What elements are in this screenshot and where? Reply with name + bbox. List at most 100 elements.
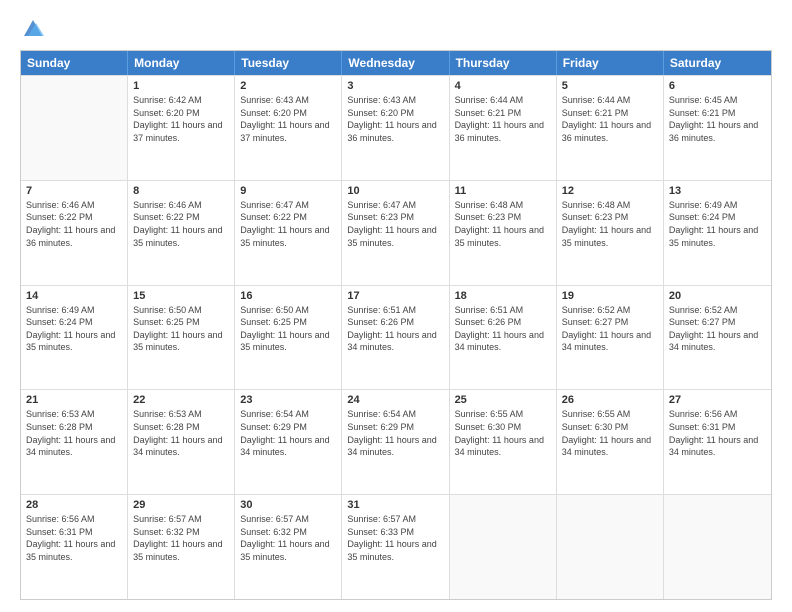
- calendar-week-4: 21 Sunrise: 6:53 AM Sunset: 6:28 PM Dayli…: [21, 389, 771, 494]
- calendar-cell: 9 Sunrise: 6:47 AM Sunset: 6:22 PM Daylig…: [235, 181, 342, 285]
- cell-sun-info: Sunrise: 6:49 AM Sunset: 6:24 PM Dayligh…: [26, 304, 122, 354]
- cell-sun-info: Sunrise: 6:53 AM Sunset: 6:28 PM Dayligh…: [133, 408, 229, 458]
- cell-sun-info: Sunrise: 6:52 AM Sunset: 6:27 PM Dayligh…: [669, 304, 766, 354]
- calendar-cell: 17 Sunrise: 6:51 AM Sunset: 6:26 PM Dayli…: [342, 286, 449, 390]
- calendar: SundayMondayTuesdayWednesdayThursdayFrid…: [20, 50, 772, 600]
- day-number: 19: [562, 290, 658, 302]
- day-number: 3: [347, 80, 443, 92]
- calendar-cell: 22Sunrise: 6:53 AM Sunset: 6:28 PM Dayli…: [128, 390, 235, 494]
- calendar-cell: 7Sunrise: 6:46 AM Sunset: 6:22 PM Daylig…: [21, 181, 128, 285]
- cell-sun-info: Sunrise: 6:45 AM Sunset: 6:21 PM Dayligh…: [669, 94, 766, 144]
- day-number: 28: [26, 499, 122, 511]
- page: SundayMondayTuesdayWednesdayThursdayFrid…: [0, 0, 792, 612]
- day-header-thursday: Thursday: [450, 51, 557, 75]
- cell-sun-info: Sunrise: 6:48 AM Sunset: 6:23 PM Dayligh…: [562, 199, 658, 249]
- calendar-cell: 28 Sunrise: 6:56 AM Sunset: 6:31 PM Dayli…: [21, 495, 128, 599]
- day-number: 8: [133, 185, 229, 197]
- day-number: 21: [26, 394, 122, 406]
- header: [20, 18, 772, 40]
- day-number: 1: [133, 80, 229, 92]
- calendar-cell: 18 Sunrise: 6:51 AM Sunset: 6:26 PM Dayli…: [450, 286, 557, 390]
- calendar-cell: 13 Sunrise: 6:49 AM Sunset: 6:24 PM Dayli…: [664, 181, 771, 285]
- day-header-monday: Monday: [128, 51, 235, 75]
- day-number: 11: [455, 185, 551, 197]
- day-number: 2: [240, 80, 336, 92]
- cell-sun-info: Sunrise: 6:47 AM Sunset: 6:22 PM Dayligh…: [240, 199, 336, 249]
- cell-sun-info: Sunrise: 6:57 AM Sunset: 6:32 PM Dayligh…: [240, 513, 336, 563]
- day-number: 20: [669, 290, 766, 302]
- calendar-cell: 5Sunrise: 6:44 AM Sunset: 6:21 PM Daylig…: [557, 76, 664, 180]
- cell-sun-info: Sunrise: 6:46 AM Sunset: 6:22 PM Dayligh…: [26, 199, 122, 249]
- calendar-cell: 25 Sunrise: 6:55 AM Sunset: 6:30 PM Dayli…: [450, 390, 557, 494]
- day-number: 29: [133, 499, 229, 511]
- calendar-cell: 27 Sunrise: 6:56 AM Sunset: 6:31 PM Dayli…: [664, 390, 771, 494]
- day-number: 18: [455, 290, 551, 302]
- day-header-sunday: Sunday: [21, 51, 128, 75]
- logo: [20, 18, 44, 40]
- calendar-cell: 24 Sunrise: 6:54 AM Sunset: 6:29 PM Dayli…: [342, 390, 449, 494]
- calendar-cell: 21 Sunrise: 6:53 AM Sunset: 6:28 PM Dayli…: [21, 390, 128, 494]
- cell-sun-info: Sunrise: 6:53 AM Sunset: 6:28 PM Dayligh…: [26, 408, 122, 458]
- calendar-cell: 6 Sunrise: 6:45 AM Sunset: 6:21 PM Daylig…: [664, 76, 771, 180]
- cell-sun-info: Sunrise: 6:52 AM Sunset: 6:27 PM Dayligh…: [562, 304, 658, 354]
- calendar-cell: 16Sunrise: 6:50 AM Sunset: 6:25 PM Dayli…: [235, 286, 342, 390]
- calendar-week-2: 7Sunrise: 6:46 AM Sunset: 6:22 PM Daylig…: [21, 180, 771, 285]
- cell-sun-info: Sunrise: 6:44 AM Sunset: 6:21 PM Dayligh…: [455, 94, 551, 144]
- calendar-cell: 15 Sunrise: 6:50 AM Sunset: 6:25 PM Dayli…: [128, 286, 235, 390]
- calendar-cell: 20 Sunrise: 6:52 AM Sunset: 6:27 PM Dayli…: [664, 286, 771, 390]
- calendar-cell: 19 Sunrise: 6:52 AM Sunset: 6:27 PM Dayli…: [557, 286, 664, 390]
- cell-sun-info: Sunrise: 6:47 AM Sunset: 6:23 PM Dayligh…: [347, 199, 443, 249]
- calendar-cell: 2 Sunrise: 6:43 AM Sunset: 6:20 PM Daylig…: [235, 76, 342, 180]
- calendar-cell: 3Sunrise: 6:43 AM Sunset: 6:20 PM Daylig…: [342, 76, 449, 180]
- calendar-cell: 14 Sunrise: 6:49 AM Sunset: 6:24 PM Dayli…: [21, 286, 128, 390]
- calendar-header: SundayMondayTuesdayWednesdayThursdayFrid…: [21, 51, 771, 75]
- cell-sun-info: Sunrise: 6:51 AM Sunset: 6:26 PM Dayligh…: [455, 304, 551, 354]
- calendar-cell: 31Sunrise: 6:57 AM Sunset: 6:33 PM Dayli…: [342, 495, 449, 599]
- day-number: 17: [347, 290, 443, 302]
- cell-sun-info: Sunrise: 6:56 AM Sunset: 6:31 PM Dayligh…: [26, 513, 122, 563]
- cell-sun-info: Sunrise: 6:50 AM Sunset: 6:25 PM Dayligh…: [133, 304, 229, 354]
- day-number: 15: [133, 290, 229, 302]
- day-number: 9: [240, 185, 336, 197]
- cell-sun-info: Sunrise: 6:56 AM Sunset: 6:31 PM Dayligh…: [669, 408, 766, 458]
- calendar-week-5: 28 Sunrise: 6:56 AM Sunset: 6:31 PM Dayli…: [21, 494, 771, 599]
- calendar-cell: 8 Sunrise: 6:46 AM Sunset: 6:22 PM Daylig…: [128, 181, 235, 285]
- cell-sun-info: Sunrise: 6:43 AM Sunset: 6:20 PM Dayligh…: [240, 94, 336, 144]
- calendar-cell: [450, 495, 557, 599]
- calendar-cell: 1 Sunrise: 6:42 AM Sunset: 6:20 PM Daylig…: [128, 76, 235, 180]
- cell-sun-info: Sunrise: 6:49 AM Sunset: 6:24 PM Dayligh…: [669, 199, 766, 249]
- day-number: 25: [455, 394, 551, 406]
- cell-sun-info: Sunrise: 6:57 AM Sunset: 6:33 PM Dayligh…: [347, 513, 443, 563]
- calendar-cell: 12 Sunrise: 6:48 AM Sunset: 6:23 PM Dayli…: [557, 181, 664, 285]
- cell-sun-info: Sunrise: 6:54 AM Sunset: 6:29 PM Dayligh…: [347, 408, 443, 458]
- day-number: 6: [669, 80, 766, 92]
- day-number: 4: [455, 80, 551, 92]
- day-header-friday: Friday: [557, 51, 664, 75]
- cell-sun-info: Sunrise: 6:42 AM Sunset: 6:20 PM Dayligh…: [133, 94, 229, 144]
- calendar-cell: 30Sunrise: 6:57 AM Sunset: 6:32 PM Dayli…: [235, 495, 342, 599]
- day-number: 16: [240, 290, 336, 302]
- day-number: 14: [26, 290, 122, 302]
- day-header-tuesday: Tuesday: [235, 51, 342, 75]
- day-number: 12: [562, 185, 658, 197]
- day-number: 13: [669, 185, 766, 197]
- logo-icon: [22, 18, 44, 40]
- cell-sun-info: Sunrise: 6:44 AM Sunset: 6:21 PM Dayligh…: [562, 94, 658, 144]
- calendar-cell: 29 Sunrise: 6:57 AM Sunset: 6:32 PM Dayli…: [128, 495, 235, 599]
- day-number: 27: [669, 394, 766, 406]
- day-number: 23: [240, 394, 336, 406]
- calendar-body: 1 Sunrise: 6:42 AM Sunset: 6:20 PM Daylig…: [21, 75, 771, 599]
- cell-sun-info: Sunrise: 6:54 AM Sunset: 6:29 PM Dayligh…: [240, 408, 336, 458]
- calendar-cell: [557, 495, 664, 599]
- calendar-cell: 11 Sunrise: 6:48 AM Sunset: 6:23 PM Dayli…: [450, 181, 557, 285]
- day-number: 10: [347, 185, 443, 197]
- cell-sun-info: Sunrise: 6:55 AM Sunset: 6:30 PM Dayligh…: [455, 408, 551, 458]
- cell-sun-info: Sunrise: 6:48 AM Sunset: 6:23 PM Dayligh…: [455, 199, 551, 249]
- cell-sun-info: Sunrise: 6:46 AM Sunset: 6:22 PM Dayligh…: [133, 199, 229, 249]
- calendar-cell: 23 Sunrise: 6:54 AM Sunset: 6:29 PM Dayli…: [235, 390, 342, 494]
- cell-sun-info: Sunrise: 6:51 AM Sunset: 6:26 PM Dayligh…: [347, 304, 443, 354]
- day-number: 24: [347, 394, 443, 406]
- cell-sun-info: Sunrise: 6:57 AM Sunset: 6:32 PM Dayligh…: [133, 513, 229, 563]
- cell-sun-info: Sunrise: 6:55 AM Sunset: 6:30 PM Dayligh…: [562, 408, 658, 458]
- day-header-saturday: Saturday: [664, 51, 771, 75]
